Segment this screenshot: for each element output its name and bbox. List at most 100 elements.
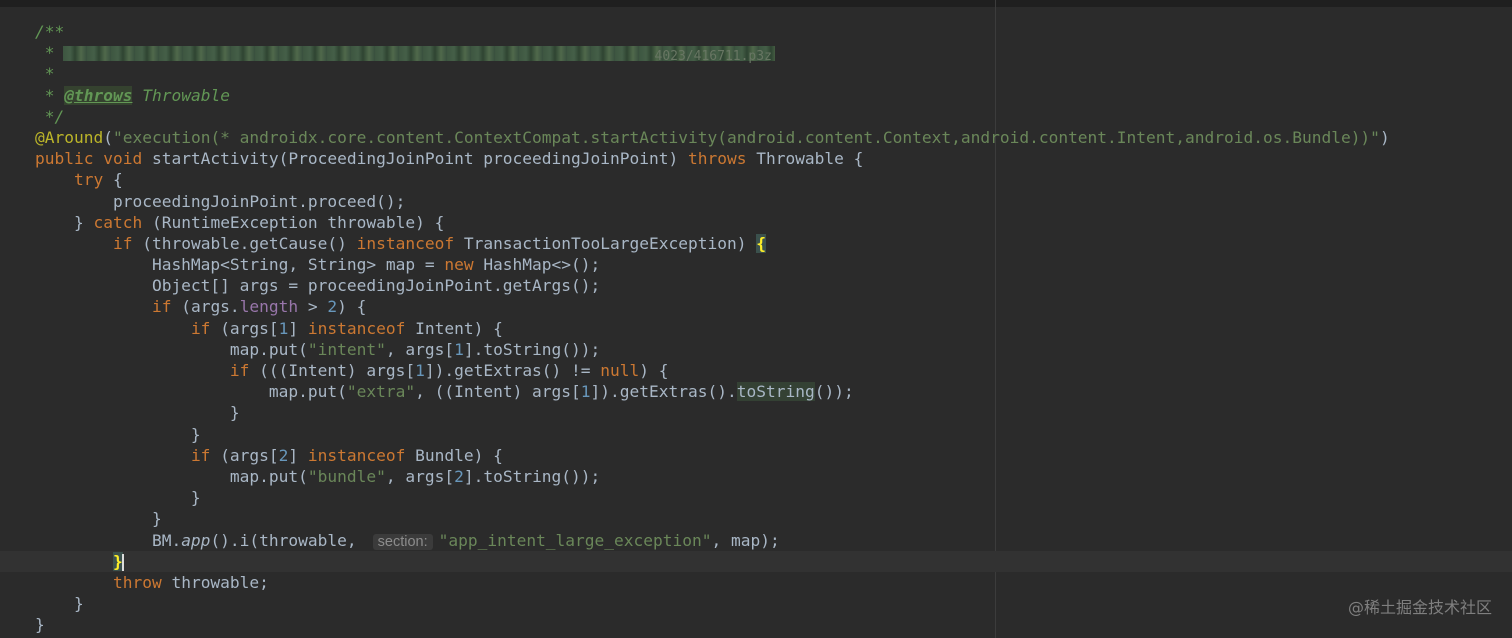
code-token: ().i(throwable,	[210, 530, 357, 550]
watermark: @稀土掘金技术社区	[1347, 598, 1492, 617]
code-token: }	[35, 403, 240, 423]
editor-top-bar	[0, 0, 1512, 7]
code-line[interactable]: map.put("bundle", args[2].toString());	[0, 466, 1512, 487]
code-token: )	[1379, 127, 1390, 147]
code-line[interactable]: * @throws Throwable	[0, 85, 1512, 106]
code-token: if	[112, 233, 143, 253]
redacted-comment: 4023/416711.p3z	[62, 46, 775, 64]
code-token: "bundle"	[307, 466, 386, 486]
code-line[interactable]: }	[0, 593, 1512, 614]
code-editor[interactable]: /** * 4023/416711.p3z * * @throws Throwab…	[0, 0, 1512, 638]
code-token: ());	[814, 382, 854, 402]
code-line[interactable]: Object[] args = proceedingJoinPoint.getA…	[0, 275, 1512, 296]
code-token: toString	[736, 382, 815, 402]
code-token: }	[35, 424, 201, 444]
code-line[interactable]: public void startActivity(ProceedingJoin…	[0, 148, 1512, 169]
code-token: Throwable {	[756, 149, 864, 169]
code-token: map.put(	[35, 339, 308, 359]
code-line[interactable]: BM.app().i(throwable, section: "app_intent…	[0, 530, 1512, 551]
code-line[interactable]: if (args.length > 2) {	[0, 296, 1512, 317]
parameter-name-hint: section:	[372, 533, 433, 550]
code-token: *	[35, 85, 65, 105]
code-token: instanceof	[307, 445, 416, 465]
code-line[interactable]: }	[0, 424, 1512, 445]
code-token: ].toString());	[463, 466, 601, 486]
code-token: instanceof	[356, 233, 464, 253]
code-token: "app_intent_large_exception"	[438, 530, 712, 550]
code-token: app	[181, 530, 211, 550]
code-token: *	[35, 64, 55, 84]
code-token: "intent"	[307, 339, 386, 359]
code-token: ]).getExtras() !=	[424, 361, 601, 380]
code-token: if	[229, 361, 260, 380]
code-line[interactable]: HashMap<String, String> map = new HashMa…	[0, 254, 1512, 275]
code-line[interactable]: }	[0, 508, 1512, 529]
code-line[interactable]: map.put("extra", ((Intent) args[1]).getE…	[0, 381, 1512, 402]
code-token: 2	[278, 445, 289, 465]
code-token: @Around	[35, 127, 104, 147]
code-token: if	[151, 297, 182, 317]
code-line[interactable]: throw throwable;	[0, 572, 1512, 593]
code-token: throw	[112, 572, 172, 592]
code-token: (args[	[220, 445, 279, 465]
code-token: instanceof	[307, 318, 416, 338]
code-token: @throws	[64, 85, 133, 105]
code-line[interactable]: if (args[2] instanceof Bundle) {	[0, 445, 1512, 466]
code-token: "extra"	[346, 382, 416, 402]
code-token: (RuntimeException throwable) {	[151, 212, 445, 232]
code-line[interactable]: } catch (RuntimeException throwable) {	[0, 212, 1512, 233]
code-line[interactable]: if (args[1] instanceof Intent) {	[0, 318, 1512, 339]
code-line[interactable]: }	[0, 402, 1512, 423]
code-line[interactable]: */	[0, 106, 1512, 127]
code-line[interactable]: map.put("intent", args[1].toString());	[0, 339, 1512, 360]
code-line[interactable]: * 4023/416711.p3z	[0, 42, 1512, 64]
code-token: , ((Intent) args[	[415, 382, 581, 402]
code-token: if	[190, 318, 221, 338]
code-line[interactable]: }	[0, 614, 1512, 635]
code-token: BM.	[35, 530, 182, 550]
code-token: map.put(	[35, 466, 308, 486]
code-token: catch	[93, 212, 152, 232]
code-line[interactable]: }	[0, 487, 1512, 508]
code-line[interactable]: /**	[0, 21, 1512, 42]
code-token: ) {	[639, 361, 669, 380]
code-token: TransactionTooLargeException)	[463, 233, 757, 253]
code-token: 1	[278, 318, 289, 338]
code-token: (	[103, 127, 113, 147]
code-token: (((Intent) args[	[259, 361, 416, 380]
code-token: throws	[687, 149, 757, 169]
code-area[interactable]: /** * 4023/416711.p3z * * @throws Throwab…	[0, 21, 1512, 635]
code-token: }	[35, 509, 162, 529]
code-token: ]).getExtras().	[590, 382, 737, 402]
code-token: }	[35, 615, 45, 635]
code-line[interactable]: if (((Intent) args[1]).getExtras() != nu…	[0, 360, 1512, 381]
code-line[interactable]: if (throwable.getCause() instanceof Tran…	[0, 233, 1512, 254]
code-token: Intent) {	[415, 318, 503, 338]
code-token: >	[298, 297, 328, 317]
code-token: 2	[454, 466, 464, 486]
code-token: 2	[327, 297, 338, 317]
code-line[interactable]: *	[0, 63, 1512, 84]
code-line[interactable]: }	[0, 550, 1512, 572]
text-caret	[121, 553, 124, 571]
code-token: startActivity(ProceedingJoinPoint procee…	[151, 149, 688, 169]
code-line[interactable]: proceedingJoinPoint.proceed();	[0, 191, 1512, 212]
code-token: Bundle) {	[415, 445, 503, 465]
code-token: Object[] args = proceedingJoinPoint.getA…	[35, 276, 601, 296]
code-line[interactable]: try {	[0, 169, 1512, 190]
code-token: }	[35, 594, 84, 614]
code-line[interactable]: @Around("execution(* androidx.core.conte…	[0, 127, 1512, 148]
code-token: new	[444, 255, 484, 275]
code-token: (args[	[220, 318, 279, 338]
code-token: ) {	[337, 297, 367, 317]
code-token: ]	[288, 445, 308, 465]
code-token: try	[73, 170, 113, 190]
code-token: if	[190, 445, 221, 465]
